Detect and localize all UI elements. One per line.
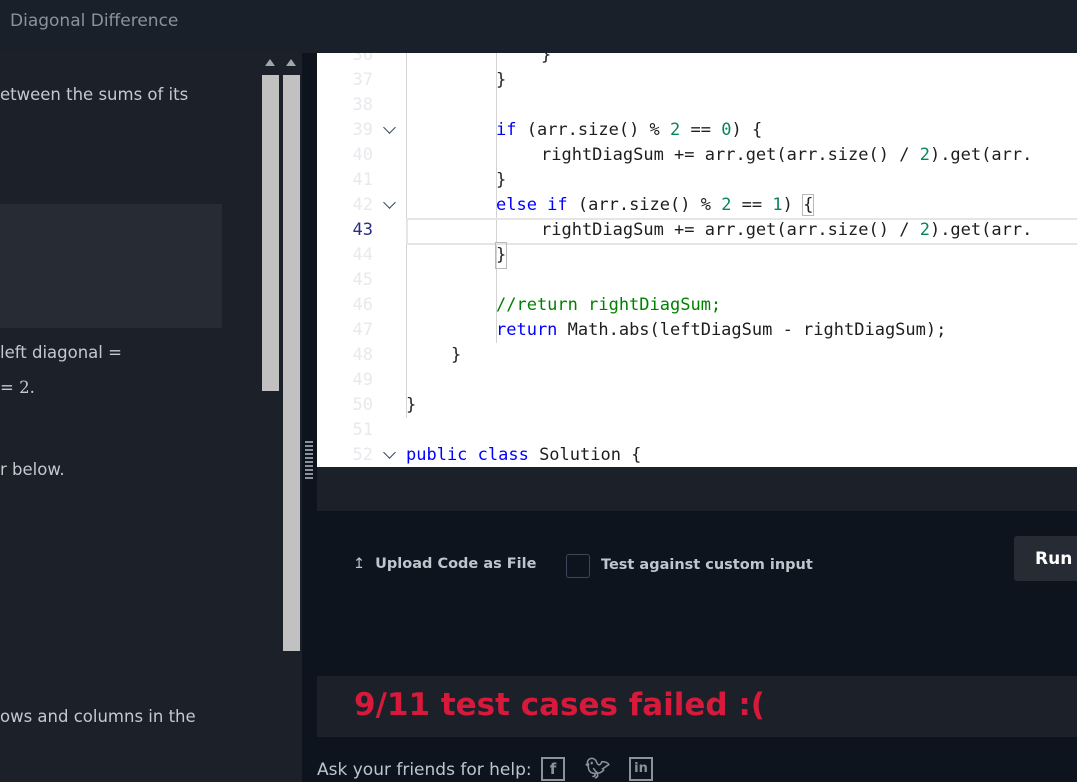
challenge-title: Diagonal Difference xyxy=(10,11,179,31)
line-number: 44 xyxy=(352,245,373,265)
upload-label: Upload Code as File xyxy=(375,556,537,572)
code-text: } xyxy=(496,70,507,90)
problem-text: left diagonal = xyxy=(0,343,122,362)
code-text: } xyxy=(494,242,508,269)
code-text: rightDiagSum += arr.get(arr.size() / 2).… xyxy=(541,145,1033,165)
fold-chevron-icon[interactable] xyxy=(383,446,396,459)
code-text: } xyxy=(451,345,462,365)
line-number: 45 xyxy=(352,270,373,290)
line-number: 49 xyxy=(352,370,373,390)
scroll-up-arrow[interactable] xyxy=(286,59,296,66)
code-line: 41 } xyxy=(317,168,1077,193)
problem-text: etween the sums of its xyxy=(0,85,189,104)
code-text: } xyxy=(541,53,552,65)
line-number: 42 xyxy=(352,195,373,215)
panel-resize-handle[interactable] xyxy=(305,441,313,481)
code-text: public class Solution { xyxy=(406,445,642,465)
result-banner: 9/11 test cases failed :( xyxy=(317,676,1077,737)
problem-math: = 2. xyxy=(0,378,35,397)
code-line: 47 return Math.abs(leftDiagSum - rightDi… xyxy=(317,318,1077,343)
fold-chevron-icon[interactable] xyxy=(383,121,396,134)
custom-input-label[interactable]: Test against custom input xyxy=(601,557,813,573)
code-line: 42 else if (arr.size() % 2 == 1) { xyxy=(317,193,1077,218)
line-number: 38 xyxy=(352,95,373,115)
sample-box xyxy=(0,204,222,328)
line-number: 41 xyxy=(352,170,373,190)
secondary-scrollbar[interactable] xyxy=(281,53,302,782)
top-bar: Diagonal Difference xyxy=(0,0,1077,53)
problem-text: ows and columns in the xyxy=(0,707,196,726)
code-line: 36 } xyxy=(317,53,1077,68)
code-line: 40 rightDiagSum += arr.get(arr.size() / … xyxy=(317,143,1077,168)
code-line: 48 } xyxy=(317,343,1077,368)
linkedin-icon[interactable]: in xyxy=(629,757,653,781)
line-number: 39 xyxy=(352,120,373,140)
line-number: 48 xyxy=(352,345,373,365)
editor-controls: ↥ Upload Code as File Test against custom… xyxy=(317,511,1077,621)
run-code-button[interactable]: Run xyxy=(1014,536,1077,581)
line-number: 43 xyxy=(352,220,373,240)
scrollbar-thumb[interactable] xyxy=(262,75,279,391)
problem-statement-panel: etween the sums of its left diagonal = =… xyxy=(0,53,260,782)
code-line: 51 xyxy=(317,418,1077,443)
line-number: 40 xyxy=(352,145,373,165)
editor-status-bar xyxy=(317,467,1077,511)
code-line: 46 //return rightDiagSum; xyxy=(317,293,1077,318)
code-line: 49 xyxy=(317,368,1077,393)
code-line: 52 public class Solution { xyxy=(317,443,1077,467)
line-number: 36 xyxy=(352,53,373,65)
share-bar: Ask your friends for help: f 🐦︎ in xyxy=(317,752,1077,782)
code-line: 45 xyxy=(317,268,1077,293)
code-line: 38 xyxy=(317,93,1077,118)
scrollbar-thumb[interactable] xyxy=(283,75,300,651)
code-line: 44 } xyxy=(317,242,1077,269)
code-line: 39 if (arr.size() % 2 == 0) { xyxy=(317,118,1077,143)
code-editor[interactable]: 36 } 37 } 38 39 if (arr.size() % 2 == 0)… xyxy=(317,53,1077,467)
problem-scrollbar[interactable] xyxy=(260,53,281,782)
upload-icon: ↥ xyxy=(353,556,366,572)
problem-text: r below. xyxy=(0,460,65,479)
line-number: 37 xyxy=(352,70,373,90)
facebook-icon[interactable]: f xyxy=(541,757,565,781)
line-number: 52 xyxy=(352,445,373,465)
line-number: 50 xyxy=(352,395,373,415)
code-text: else if (arr.size() % 2 == 1) { xyxy=(496,194,815,216)
code-line: 37 } xyxy=(317,68,1077,93)
custom-input-checkbox[interactable] xyxy=(566,554,590,578)
code-line: 43 rightDiagSum += arr.get(arr.size() / … xyxy=(317,218,1077,243)
upload-code-button[interactable]: ↥ Upload Code as File xyxy=(353,556,536,572)
code-line: 50 } xyxy=(317,393,1077,418)
result-message: 9/11 test cases failed :( xyxy=(354,687,765,723)
line-number: 47 xyxy=(352,320,373,340)
code-text: } xyxy=(496,170,507,190)
line-number: 51 xyxy=(352,420,373,440)
code-comment: //return rightDiagSum; xyxy=(496,295,722,315)
code-text: if (arr.size() % 2 == 0) { xyxy=(496,120,763,140)
code-text: rightDiagSum += arr.get(arr.size() / 2).… xyxy=(541,220,1033,240)
code-text: } xyxy=(406,395,417,415)
fold-chevron-icon[interactable] xyxy=(383,196,396,209)
twitter-icon[interactable]: 🐦︎ xyxy=(585,757,610,779)
share-label: Ask your friends for help: xyxy=(317,760,532,780)
scroll-up-arrow[interactable] xyxy=(265,59,275,66)
line-number: 46 xyxy=(352,295,373,315)
code-text: return Math.abs(leftDiagSum - rightDiagS… xyxy=(496,320,947,340)
